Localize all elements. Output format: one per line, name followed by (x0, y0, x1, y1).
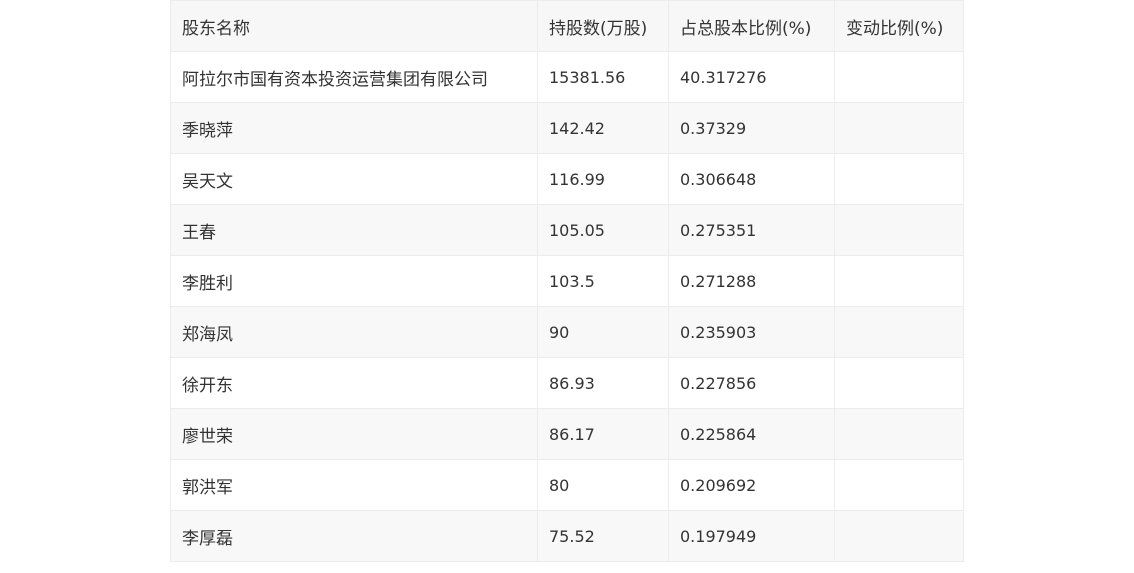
shares-cell: 105.05 (537, 204, 669, 256)
shares-cell: 80 (537, 459, 669, 511)
ratio-cell: 0.271288 (668, 255, 835, 307)
shares-cell: 116.99 (537, 153, 669, 205)
shares-cell: 86.17 (537, 408, 669, 460)
change-cell (834, 459, 964, 511)
ratio-cell: 40.317276 (668, 51, 835, 103)
ratio-cell: 0.306648 (668, 153, 835, 205)
table-row: 季晓萍 142.42 0.37329 (170, 102, 964, 154)
ratio-cell: 0.209692 (668, 459, 835, 511)
shareholder-table-container: 股东名称 持股数(万股) 占总股本比例(%) 变动比例(%) 阿拉尔市国有资本投… (170, 0, 964, 562)
shareholder-name-cell: 季晓萍 (170, 102, 538, 154)
shareholder-name-cell: 廖世荣 (170, 408, 538, 460)
table-row: 李胜利 103.5 0.271288 (170, 255, 964, 307)
change-cell (834, 510, 964, 562)
table-row: 廖世荣 86.17 0.225864 (170, 408, 964, 460)
change-cell (834, 51, 964, 103)
ratio-cell: 0.227856 (668, 357, 835, 409)
shareholder-name-cell: 吴天文 (170, 153, 538, 205)
shares-cell: 75.52 (537, 510, 669, 562)
header-ratio: 占总股本比例(%) (668, 0, 835, 52)
table-row: 王春 105.05 0.275351 (170, 204, 964, 256)
shareholder-name-cell: 王春 (170, 204, 538, 256)
change-cell (834, 255, 964, 307)
ratio-cell: 0.275351 (668, 204, 835, 256)
ratio-cell: 0.225864 (668, 408, 835, 460)
ratio-cell: 0.235903 (668, 306, 835, 358)
table-row: 郑海凤 90 0.235903 (170, 306, 964, 358)
header-change: 变动比例(%) (834, 0, 964, 52)
header-shareholder-name: 股东名称 (170, 0, 538, 52)
shareholder-name-cell: 徐开东 (170, 357, 538, 409)
change-cell (834, 102, 964, 154)
shareholder-name-cell: 郑海凤 (170, 306, 538, 358)
shares-cell: 142.42 (537, 102, 669, 154)
table-row: 郭洪军 80 0.209692 (170, 459, 964, 511)
shares-cell: 15381.56 (537, 51, 669, 103)
table-header-row: 股东名称 持股数(万股) 占总股本比例(%) 变动比例(%) (170, 0, 964, 52)
table-row: 徐开东 86.93 0.227856 (170, 357, 964, 409)
shareholder-name-cell: 阿拉尔市国有资本投资运营集团有限公司 (170, 51, 538, 103)
change-cell (834, 204, 964, 256)
ratio-cell: 0.37329 (668, 102, 835, 154)
header-shares: 持股数(万股) (537, 0, 669, 52)
table-row: 吴天文 116.99 0.306648 (170, 153, 964, 205)
shareholder-name-cell: 李胜利 (170, 255, 538, 307)
shareholder-table: 股东名称 持股数(万股) 占总股本比例(%) 变动比例(%) 阿拉尔市国有资本投… (170, 0, 964, 562)
change-cell (834, 306, 964, 358)
shares-cell: 103.5 (537, 255, 669, 307)
table-row: 李厚磊 75.52 0.197949 (170, 510, 964, 562)
shares-cell: 90 (537, 306, 669, 358)
table-row: 阿拉尔市国有资本投资运营集团有限公司 15381.56 40.317276 (170, 51, 964, 103)
shareholder-name-cell: 郭洪军 (170, 459, 538, 511)
change-cell (834, 153, 964, 205)
shares-cell: 86.93 (537, 357, 669, 409)
ratio-cell: 0.197949 (668, 510, 835, 562)
change-cell (834, 357, 964, 409)
change-cell (834, 408, 964, 460)
shareholder-name-cell: 李厚磊 (170, 510, 538, 562)
